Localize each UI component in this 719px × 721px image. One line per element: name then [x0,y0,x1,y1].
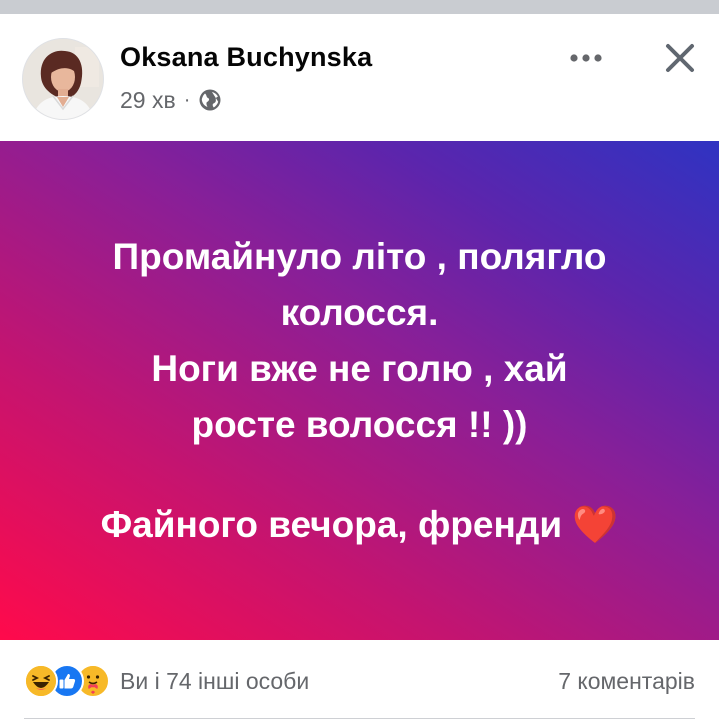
post-time[interactable]: 29 хв [120,87,176,114]
reactions-count-text[interactable]: Ви і 74 інші особи [120,668,309,695]
reactions-summary[interactable]: Ви і 74 інші особи [24,664,309,698]
author-name[interactable]: Oksana Buchynska [120,42,372,73]
post-meta: 29 хв · [120,86,222,114]
footer-divider [24,718,695,719]
post-text-spacer [40,453,680,497]
post-text-line: колосся. [280,291,439,333]
comments-count[interactable]: 7 коментарів [558,668,695,695]
post-header: Oksana Buchynska 29 хв · [0,14,719,141]
close-button[interactable] [656,34,704,82]
post-text: Промайнуло літо , полягло колосся. Ноги … [40,229,680,553]
post-text-line: Ноги вже не голю , хай [151,347,568,389]
top-strip [0,0,719,14]
post-background: Промайнуло літо , полягло колосся. Ноги … [0,141,719,640]
post-footer: Ви і 74 інші особи 7 коментарів [0,640,719,721]
reaction-icons [24,664,110,698]
avatar[interactable] [22,38,104,120]
more-dots-icon [570,54,602,62]
avatar-portrait [23,39,103,119]
post-text-line: росте волосся !! )) [191,403,528,445]
close-icon [666,44,694,72]
globe-icon [198,88,222,112]
more-options-button[interactable] [564,40,608,76]
post-text-line: Промайнуло літо , полягло [112,235,607,277]
meta-separator: · [183,88,191,111]
haha-reaction-icon [24,664,58,698]
post-closing-line: Файного вечора, френди ❤️ [100,503,619,545]
